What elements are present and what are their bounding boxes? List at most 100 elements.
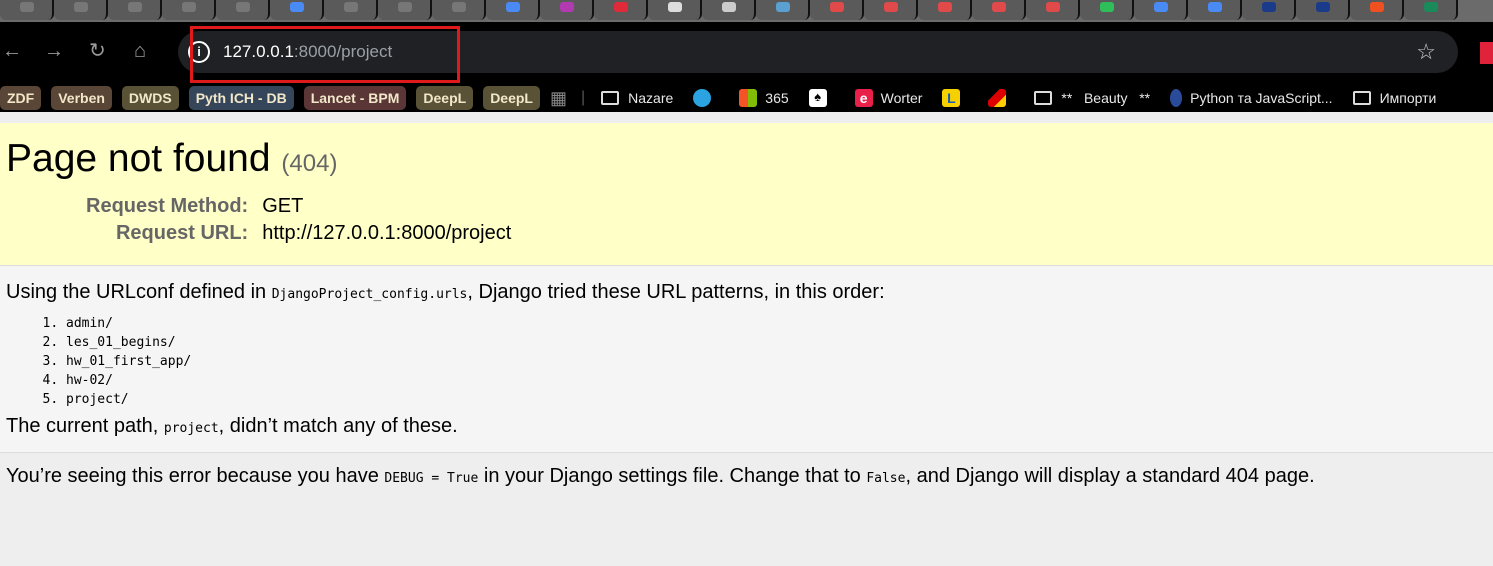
urlconf-text: Using the URLconf defined in DjangoProje…: [6, 281, 885, 303]
bookmark-langenscheidt[interactable]: L: [942, 89, 968, 107]
bookmark-label: Worter: [880, 90, 923, 106]
browser-tab[interactable]: [270, 0, 324, 20]
bookmark-chip[interactable]: Verben: [51, 86, 112, 110]
tab-favicon-icon: [290, 2, 304, 12]
divider: |: [581, 89, 586, 106]
bookmark-cards[interactable]: ♠: [808, 89, 835, 107]
bookmark-worter[interactable]: e Worter: [854, 89, 923, 107]
bookmarks-bar: ZDF Verben DWDS Pyth ICH - DB Lancet - BPM De…: [0, 84, 1493, 112]
browser-tab[interactable]: [486, 0, 540, 20]
bookmark-folder-nazare[interactable]: Nazare: [601, 90, 673, 106]
tab-favicon-icon: [74, 2, 88, 12]
home-icon[interactable]: ⌂: [134, 40, 146, 62]
debug-explanation: You’re seeing this error because you hav…: [6, 465, 1315, 487]
folder-icon: [601, 91, 620, 105]
folder-icon: [1352, 91, 1371, 105]
tab-favicon-icon: [560, 2, 574, 12]
bookmark-chip[interactable]: ZDF: [0, 86, 42, 110]
browser-tab[interactable]: [54, 0, 108, 20]
tab-favicon-icon: [992, 2, 1006, 12]
browser-tab[interactable]: [648, 0, 702, 20]
browser-tab[interactable]: [162, 0, 216, 20]
browser-tab[interactable]: [540, 0, 594, 20]
bookmark-telegram[interactable]: [693, 89, 719, 107]
title-text: Page not found: [6, 137, 271, 180]
tab-favicon-icon: [884, 2, 898, 12]
folder-icon: [1034, 91, 1053, 105]
reload-icon[interactable]: ↻: [89, 40, 106, 62]
tab-favicon-icon: [452, 2, 466, 12]
url-pattern: hw-02/: [66, 371, 1487, 390]
bookmark-star-icon[interactable]: ☆: [1416, 39, 1436, 65]
bookmark-german-flag[interactable]: [988, 89, 1014, 107]
tab-favicon-icon: [1316, 2, 1330, 12]
method-value: GET: [262, 195, 304, 217]
bookmark-folder-beauty[interactable]: ** Beauty **: [1034, 90, 1150, 106]
tab-favicon-icon: [506, 2, 520, 12]
urlconf-module: DjangoProject_config.urls: [271, 287, 468, 302]
browser-tab[interactable]: [1188, 0, 1242, 20]
highlight-box: [190, 26, 460, 83]
bookmark-365[interactable]: 365: [739, 89, 789, 107]
tab-favicon-icon: [1208, 2, 1222, 12]
browser-tab[interactable]: [756, 0, 810, 20]
bookmark-label: Nazare: [628, 90, 674, 106]
django-404-page: Page not found (404) Request Method: GET …: [0, 123, 1493, 500]
tab-favicon-icon: [20, 2, 34, 12]
browser-tab[interactable]: [324, 0, 378, 20]
browser-tab[interactable]: [864, 0, 918, 20]
request-meta: Request Method: GET Request URL: http://12…: [86, 193, 511, 247]
tab-favicon-icon: [128, 2, 142, 12]
browser-tab[interactable]: [1404, 0, 1458, 20]
browser-tab[interactable]: [216, 0, 270, 20]
status-code: (404): [281, 150, 338, 177]
bookmark-chip[interactable]: Pyth ICH - DB: [188, 86, 294, 110]
extension-icon[interactable]: [1480, 42, 1493, 64]
url-value: http://127.0.0.1:8000/project: [262, 222, 512, 244]
browser-tab[interactable]: [432, 0, 486, 20]
spade-card-icon: ♠: [808, 89, 827, 107]
browser-tab[interactable]: [378, 0, 432, 20]
bookmark-chip[interactable]: DeepL: [483, 86, 540, 110]
browser-tab[interactable]: [108, 0, 162, 20]
browser-tab[interactable]: [1026, 0, 1080, 20]
page-title: Page not found (404): [6, 137, 1487, 181]
tab-favicon-icon: [1046, 2, 1060, 12]
bookmark-chip[interactable]: Lancet - BPM: [303, 86, 407, 110]
browser-tab[interactable]: [810, 0, 864, 20]
browser-tab[interactable]: [972, 0, 1026, 20]
browser-tab[interactable]: [918, 0, 972, 20]
browser-tab[interactable]: [1242, 0, 1296, 20]
tab-favicon-icon: [938, 2, 952, 12]
tab-favicon-icon: [236, 2, 250, 12]
back-icon[interactable]: ←: [2, 40, 22, 62]
bookmark-label: 365: [765, 90, 789, 106]
browser-tab[interactable]: [1350, 0, 1404, 20]
browser-tab[interactable]: [1080, 0, 1134, 20]
tab-favicon-icon: [398, 2, 412, 12]
url-pattern: hw_01_first_app/: [66, 352, 1487, 371]
bookmark-chip[interactable]: DWDS: [121, 86, 179, 110]
current-path: project: [163, 421, 219, 436]
info-section: Using the URLconf defined in DjangoProje…: [0, 266, 1493, 453]
browser-tab[interactable]: [594, 0, 648, 20]
langenscheidt-icon: L: [942, 89, 961, 107]
bookmark-folder-imports[interactable]: Импорти: [1352, 90, 1436, 106]
browser-tab[interactable]: [0, 0, 54, 20]
apps-grid-icon[interactable]: ▦: [550, 88, 567, 109]
forward-icon[interactable]: →: [44, 40, 64, 62]
tab-favicon-icon: [1370, 2, 1384, 12]
url-pattern: admin/: [66, 314, 1487, 333]
browser-tab[interactable]: [1296, 0, 1350, 20]
debug-setting: DEBUG = True: [384, 471, 479, 486]
browser-tab[interactable]: [702, 0, 756, 20]
bookmark-chip[interactable]: DeepL: [416, 86, 474, 110]
bookmark-python[interactable]: Python та JavaScript...: [1170, 89, 1333, 107]
tab-favicon-icon: [182, 2, 196, 12]
method-label: Request Method:: [86, 195, 249, 217]
tab-favicon-icon: [1100, 2, 1114, 12]
microsoft-icon: [739, 89, 758, 107]
german-flag-icon: [988, 89, 1007, 107]
tab-favicon-icon: [1154, 2, 1168, 12]
browser-tab[interactable]: [1134, 0, 1188, 20]
